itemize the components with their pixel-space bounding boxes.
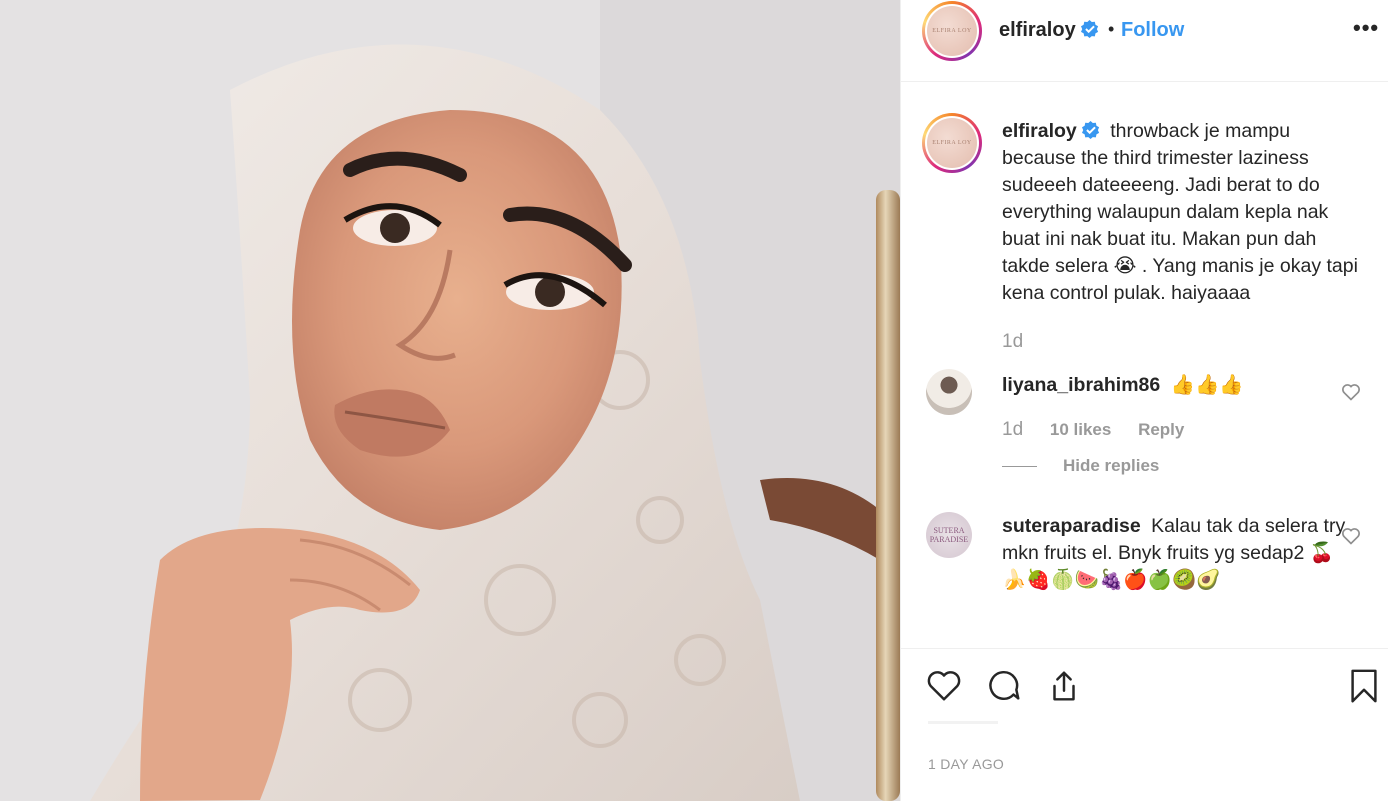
likes-placeholder (928, 721, 998, 724)
caption-username-text: elfiraloy (1002, 120, 1077, 142)
author-username-text: elfiraloy (999, 19, 1076, 41)
caption-author-avatar-image: ELFIRA LOY (927, 118, 977, 168)
post-photo[interactable] (0, 0, 900, 801)
commenter-avatar[interactable]: SUTERA PARADISE (926, 512, 972, 558)
post-date[interactable]: 1 DAY AGO (928, 756, 1004, 772)
author-avatar[interactable]: ELFIRA LOY (922, 1, 982, 61)
heart-icon[interactable] (925, 667, 963, 705)
reply-button[interactable]: Reply (1138, 420, 1184, 439)
comment-username[interactable]: liyana_ibrahim86 (1002, 374, 1160, 396)
comment-item: suteraparadise Kalau tak da selera try m… (1002, 513, 1352, 594)
post-caption: elfiraloy throwback je mampu because the… (1002, 118, 1364, 307)
commenter-avatar-logo: SUTERA PARADISE (929, 526, 969, 544)
comment-username[interactable]: suteraparadise (1002, 515, 1141, 537)
hide-replies-line (1002, 466, 1037, 468)
verified-badge-icon (1081, 121, 1099, 139)
caption-username[interactable]: elfiraloy (1002, 120, 1100, 142)
comment-like-heart-icon[interactable] (1341, 382, 1361, 402)
commenter-avatar[interactable] (926, 369, 972, 415)
post-photo-illustration (0, 0, 900, 801)
share-icon[interactable] (1045, 667, 1083, 705)
caption-timestamp[interactable]: 1d (1002, 331, 1023, 353)
post-details-panel: ELFIRA LOY elfiraloy • Follow ••• ELFIRA… (900, 0, 1388, 801)
follow-button[interactable]: Follow (1121, 19, 1184, 42)
comment-item: liyana_ibrahim86 👍👍👍 (1002, 372, 1244, 399)
author-username[interactable]: elfiraloy (999, 19, 1099, 42)
verified-badge-icon (1080, 20, 1098, 38)
caption-text: throwback je mampu because the third tri… (1002, 120, 1358, 304)
post-actions-bar: 1 DAY AGO (901, 648, 1388, 801)
post-header: ELFIRA LOY elfiraloy • Follow ••• (901, 0, 1388, 82)
caption-author-avatar[interactable]: ELFIRA LOY (922, 113, 982, 173)
comment-icon[interactable] (985, 667, 1023, 705)
comment-timestamp[interactable]: 1d (1002, 419, 1023, 440)
comment-text: 👍👍👍 (1170, 374, 1244, 396)
author-avatar-image: ELFIRA LOY (927, 6, 977, 56)
comment-meta: 1d 10 likes Reply (1002, 419, 1184, 441)
comment-likes[interactable]: 10 likes (1050, 420, 1111, 439)
separator-dot: • (1108, 19, 1115, 39)
hide-replies-button[interactable]: Hide replies (1002, 456, 1159, 476)
bookmark-icon[interactable] (1345, 667, 1383, 705)
comment-like-heart-icon[interactable] (1341, 526, 1361, 546)
comments-section[interactable]: ELFIRA LOY elfiraloy throwback je mampu … (901, 83, 1388, 648)
more-options-icon[interactable]: ••• (1353, 15, 1379, 41)
hide-replies-label: Hide replies (1063, 456, 1160, 475)
